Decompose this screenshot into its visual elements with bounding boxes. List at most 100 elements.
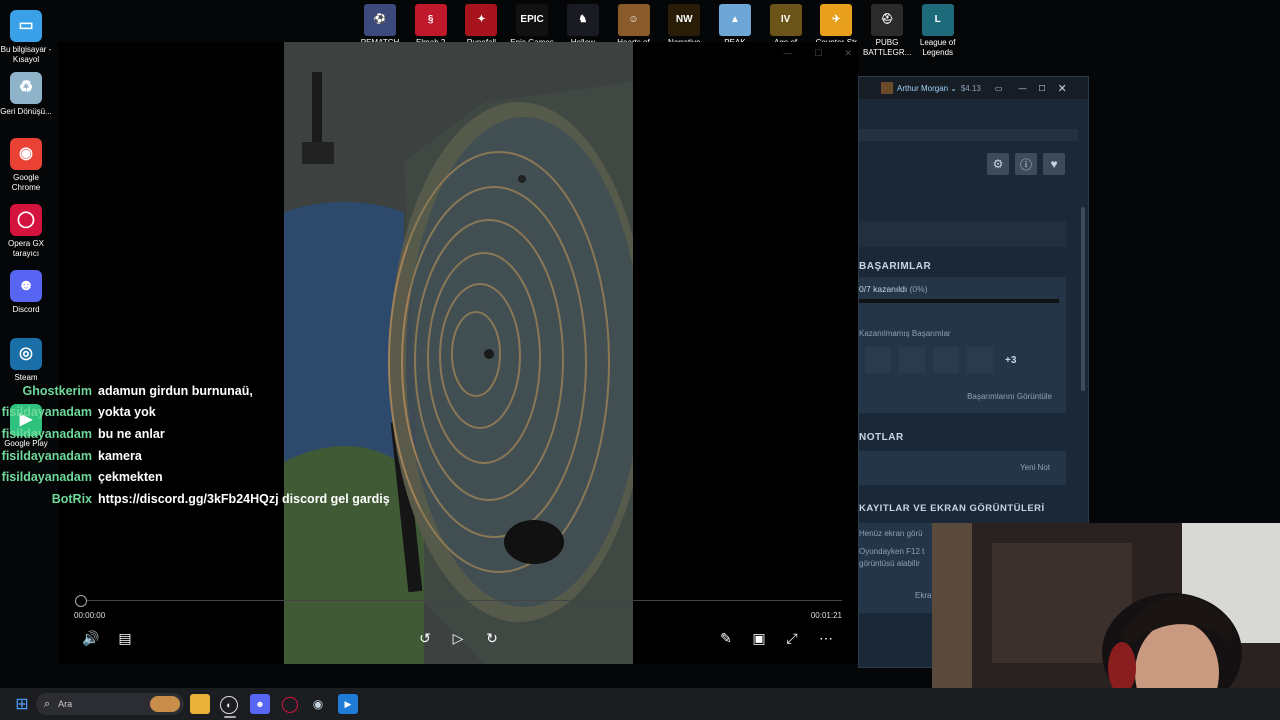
chat-text: çekmekten bbox=[98, 470, 163, 485]
chat-message: fisildayanadam kamera bbox=[0, 445, 420, 467]
achievement-icon[interactable] bbox=[865, 347, 891, 373]
seek-bar[interactable] bbox=[80, 600, 842, 601]
epic-games-icon: EPIC bbox=[516, 4, 549, 36]
info-icon[interactable]: ⓘ bbox=[1015, 153, 1037, 175]
minimize-button[interactable]: — bbox=[1018, 84, 1026, 93]
media-player-window: — ☐ ✕ 00:00:00 00:01:21 🔊 ▤ ↺ ▷ ↻ ✎ ▣ ⤢ … bbox=[58, 42, 858, 664]
nw-icon: NW bbox=[668, 4, 701, 36]
desktop-icon[interactable]: ☻ Discord bbox=[0, 270, 52, 315]
close-button[interactable]: ✕ bbox=[1058, 82, 1067, 95]
steam-user-name[interactable]: Arthur Morgan bbox=[897, 84, 948, 93]
achievements-progress: 0/7 kazanıldı bbox=[859, 284, 908, 294]
achievement-icon[interactable] bbox=[899, 347, 925, 373]
play-button[interactable]: ▷ bbox=[447, 627, 469, 649]
age-of-empires-icon: IV bbox=[769, 4, 802, 36]
game-shortcut[interactable]: ♞Hollow bbox=[559, 4, 607, 46]
game-shortcut[interactable]: NWNarrative bbox=[660, 4, 708, 46]
forward-30-button[interactable]: ↻ bbox=[481, 627, 503, 649]
chat-message: fisildayanadam yokta yok bbox=[0, 402, 420, 424]
game-shortcut[interactable]: L League of Legends bbox=[914, 4, 962, 58]
notes-heading: NOTLAR bbox=[859, 432, 904, 443]
steam-icon[interactable]: ◉ bbox=[308, 694, 328, 714]
video-frame[interactable] bbox=[284, 42, 633, 664]
miniplayer-button[interactable]: ▣ bbox=[748, 627, 770, 649]
chat-username: fisildayanadam bbox=[1, 405, 92, 420]
steam-titlebar: Arthur Morgan ⌄ $4.13 ▭ — ☐ ✕ bbox=[859, 77, 1088, 99]
achievement-icon[interactable] bbox=[933, 347, 959, 373]
chat-text: yokta yok bbox=[98, 405, 156, 420]
desktop-icon[interactable]: ◉ Google Chrome bbox=[0, 138, 52, 193]
discord-icon[interactable]: ☻ bbox=[250, 694, 270, 714]
game-shortcut[interactable]: ☺Hearts of Iron bbox=[610, 4, 658, 46]
screenshots-text: görüntüsü alabilir bbox=[859, 559, 920, 568]
media-player-icon[interactable]: ▶ bbox=[338, 694, 358, 714]
discord-icon: ☻ bbox=[10, 270, 42, 302]
avatar[interactable] bbox=[881, 82, 893, 94]
game-shortcut[interactable]: ✈Counter-Str bbox=[812, 4, 860, 46]
chat-message: Ghostkerim adamun girdun burnunaü, bbox=[0, 380, 420, 402]
search-input[interactable]: Ara bbox=[58, 699, 72, 709]
hollow-knight-icon: ♞ bbox=[566, 4, 599, 36]
monitor-icon: ▭ bbox=[10, 10, 42, 42]
achievement-icon[interactable] bbox=[967, 347, 993, 373]
steam-search-bar[interactable] bbox=[859, 221, 1066, 247]
game-shortcut[interactable]: ⚽PEMATCH bbox=[356, 4, 404, 46]
edit-button[interactable]: ✎ bbox=[715, 627, 737, 649]
chat-username: fisildayanadam bbox=[1, 426, 92, 441]
volume-button[interactable]: 🔊 bbox=[80, 627, 102, 649]
recycle-bin-icon: ♻ bbox=[10, 72, 42, 104]
chevron-down-icon[interactable]: ⌄ bbox=[950, 84, 957, 93]
more-achievements-count[interactable]: +3 bbox=[1005, 355, 1016, 366]
achievements-panel: 0/7 kazanıldı (0%) Kazanılmamış Başarıml… bbox=[859, 277, 1066, 413]
desktop-icon[interactable]: ◯ Opera GX tarayıcı bbox=[0, 204, 52, 259]
chat-message: BotRix https://discord.gg/3kFb24HQzj disc… bbox=[0, 488, 420, 510]
notes-panel: Yeni Not bbox=[859, 451, 1066, 485]
unearned-achievements-label: Kazanılmamış Başarımlar bbox=[859, 329, 951, 338]
desktop-icon[interactable]: ▭ Bu bilgisayar - Kısayol bbox=[0, 10, 52, 65]
screenshots-heading: KAYITLAR VE EKRAN GÖRÜNTÜLERİ bbox=[859, 503, 1045, 514]
game-shortcut[interactable]: ▲PEAK bbox=[711, 4, 759, 46]
more-options-button[interactable]: ⋯ bbox=[815, 627, 837, 649]
rewind-10-button[interactable]: ↺ bbox=[414, 627, 436, 649]
fullscreen-button[interactable]: ⤢ bbox=[781, 627, 803, 649]
desktop-icon-label: Opera GX tarayıcı bbox=[7, 239, 44, 258]
obs-icon[interactable]: ◐ bbox=[220, 696, 238, 714]
player-titlebar: — ☐ ✕ bbox=[783, 48, 852, 59]
game-shortcut[interactable]: ⛑ PUBG BATTLEGR... bbox=[863, 4, 911, 58]
game-shortcut[interactable]: §Elmah 2 bbox=[407, 4, 455, 46]
chat-message: fisildayanadam bu ne anlar bbox=[0, 423, 420, 445]
big-picture-icon[interactable]: ▭ bbox=[995, 84, 1003, 93]
view-achievements-link[interactable]: Başarımlarını Görüntüle bbox=[967, 392, 1052, 401]
search-highlight-icon bbox=[150, 696, 180, 712]
new-note-button[interactable]: Yeni Not bbox=[1020, 463, 1050, 472]
heart-icon[interactable]: ♥ bbox=[1043, 153, 1065, 175]
close-button[interactable]: ✕ bbox=[844, 48, 852, 59]
game-shortcut[interactable]: ✦Runefall bbox=[457, 4, 505, 46]
maximize-button[interactable]: ☐ bbox=[1038, 84, 1045, 93]
game-shortcut[interactable]: EPICEpic Games bbox=[508, 4, 556, 46]
screenshots-text: Oyundayken F12 t bbox=[859, 547, 925, 556]
desktop-icon[interactable]: ◎ Steam bbox=[0, 338, 52, 383]
subtitles-button[interactable]: ▤ bbox=[114, 627, 136, 649]
chat-username: fisildayanadam bbox=[1, 470, 92, 485]
minimize-button[interactable]: — bbox=[783, 48, 792, 59]
counter-strike-icon: ✈ bbox=[820, 4, 853, 36]
start-button[interactable]: ⊞ bbox=[12, 694, 32, 714]
maximize-button[interactable]: ☐ bbox=[814, 48, 822, 59]
taskbar-search[interactable]: ⌕ Ara bbox=[36, 693, 184, 715]
chrome-icon: ◉ bbox=[10, 138, 42, 170]
screenshots-link[interactable]: Ekra bbox=[915, 591, 931, 600]
maze-board-image bbox=[284, 42, 633, 664]
gear-icon[interactable]: ⚙ bbox=[987, 153, 1009, 175]
desktop-icon[interactable]: ♻ Geri Dönüşü... bbox=[0, 72, 52, 117]
opera-gx-icon[interactable]: ◯ bbox=[280, 694, 300, 714]
taskbar: ⊞ ⌕ Ara ◐ ☻ ◯ ◉ ▶ bbox=[0, 688, 1280, 720]
chat-text: https://discord.gg/3kFb24HQzj discord ge… bbox=[98, 491, 390, 506]
game-shortcut[interactable]: IVAge of bbox=[762, 4, 810, 46]
steam-scrollbar[interactable] bbox=[1081, 207, 1085, 391]
file-explorer-icon[interactable] bbox=[190, 694, 210, 714]
seek-thumb[interactable] bbox=[75, 595, 87, 607]
chat-username: Ghostkerim bbox=[22, 383, 92, 398]
achievements-heading: BAŞARIMLAR bbox=[859, 261, 932, 272]
desktop-icon-label: Bu bilgisayar - Kısayol bbox=[0, 45, 52, 64]
